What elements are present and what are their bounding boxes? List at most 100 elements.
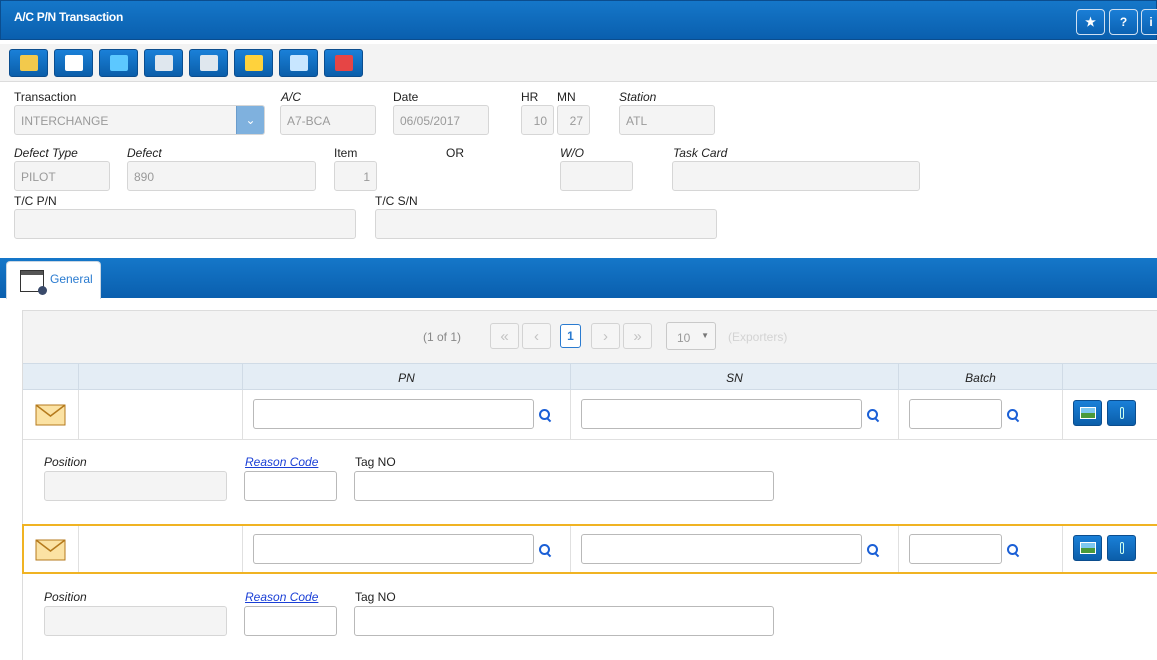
row-detail: Position Reason Code Tag NO: [23, 440, 1157, 525]
gear-red-icon: [334, 55, 353, 71]
date-field[interactable]: 06/05/2017: [393, 105, 489, 135]
reason-code-input[interactable]: [244, 606, 337, 636]
table-header: PN SN Batch: [23, 363, 1157, 391]
last-page-button[interactable]: »: [623, 323, 652, 349]
ac-field[interactable]: A7-BCA: [280, 105, 376, 135]
next-page-button[interactable]: ›: [591, 323, 620, 349]
station-label: Station: [619, 90, 657, 104]
header-icon-col: [23, 364, 78, 391]
exporters-link[interactable]: (Exporters): [728, 330, 787, 344]
search-icon[interactable]: [1007, 544, 1019, 556]
image-icon: [1080, 542, 1096, 554]
position-field[interactable]: [44, 471, 227, 501]
reason-code-input[interactable]: [244, 471, 337, 501]
mn-label: MN: [557, 90, 576, 104]
info-button[interactable]: i: [1141, 9, 1157, 35]
general-panel: (1 of 1) « ‹ 1 › » 10 (Exporters) PN SN …: [22, 310, 1157, 660]
batch-input[interactable]: [909, 534, 1002, 564]
row-detail: Position Reason Code Tag NO: [23, 575, 1157, 660]
airplane-icon: [244, 55, 263, 71]
envelope-icon[interactable]: [35, 537, 66, 562]
header-sn: SN: [570, 364, 898, 391]
find-button[interactable]: [144, 49, 183, 77]
page-summary: (1 of 1): [423, 330, 462, 344]
wo-field[interactable]: [560, 161, 633, 191]
search-icon[interactable]: [539, 544, 551, 556]
image-button[interactable]: [1073, 400, 1102, 426]
page-1-button[interactable]: 1: [560, 324, 581, 348]
defect-type-field[interactable]: PILOT: [14, 161, 110, 191]
pn-input[interactable]: [253, 399, 534, 429]
station-field[interactable]: ATL: [619, 105, 715, 135]
tab-general-label: General: [50, 272, 93, 286]
chevron-down-icon[interactable]: ⌄: [236, 106, 264, 134]
image-icon: [1080, 407, 1096, 419]
help-button[interactable]: ?: [1109, 9, 1138, 35]
sn-input[interactable]: [581, 399, 862, 429]
header-blank-col: [78, 364, 242, 391]
paperclip-icon: [1120, 407, 1124, 419]
tab-general[interactable]: General: [6, 261, 101, 299]
tag-no-input[interactable]: [354, 471, 774, 501]
tc-sn-field[interactable]: [375, 209, 717, 239]
title-bar: A/C P/N Transaction ★ ? i: [0, 0, 1157, 40]
binoculars-icon: [154, 55, 173, 71]
envelope-icon[interactable]: [35, 402, 66, 427]
reason-code-link[interactable]: Reason Code: [245, 590, 318, 604]
batch-input[interactable]: [909, 399, 1002, 429]
transaction-label: Transaction: [14, 90, 77, 104]
paginator: (1 of 1) « ‹ 1 › » 10 (Exporters): [23, 311, 1157, 363]
tc-pn-label: T/C P/N: [14, 194, 57, 208]
attachment-button[interactable]: [1107, 400, 1136, 426]
or-label: OR: [446, 146, 464, 160]
book-icon: [109, 55, 128, 71]
attachment-button[interactable]: [1107, 535, 1136, 561]
search-icon[interactable]: [867, 409, 879, 421]
tag-no-label: Tag NO: [355, 455, 396, 469]
tag-no-input[interactable]: [354, 606, 774, 636]
favorite-star-icon[interactable]: ★: [1076, 9, 1105, 35]
position-field[interactable]: [44, 606, 227, 636]
tc-sn-label: T/C S/N: [375, 194, 418, 208]
reason-code-link[interactable]: Reason Code: [245, 455, 318, 469]
tc-pn-field[interactable]: [14, 209, 356, 239]
image-button[interactable]: [1073, 535, 1102, 561]
save-button[interactable]: [54, 49, 93, 77]
first-page-button[interactable]: «: [490, 323, 519, 349]
settings-button[interactable]: [324, 49, 363, 77]
table-row-selected[interactable]: [22, 524, 1157, 574]
tag-no-label: Tag NO: [355, 590, 396, 604]
transaction-select[interactable]: INTERCHANGE ⌄: [14, 105, 265, 135]
search-icon[interactable]: [1007, 409, 1019, 421]
sn-input[interactable]: [581, 534, 862, 564]
position-label: Position: [44, 455, 87, 469]
wo-label: W/O: [560, 146, 584, 160]
new-record-button[interactable]: [9, 49, 48, 77]
save-icon: [64, 55, 83, 71]
tab-bar: General: [0, 258, 1157, 299]
ac-label: A/C: [281, 90, 302, 104]
mn-field[interactable]: 27: [557, 105, 590, 135]
book-button[interactable]: [99, 49, 138, 77]
user-button[interactable]: [279, 49, 318, 77]
prev-page-button[interactable]: ‹: [522, 323, 551, 349]
defect-label: Defect: [127, 146, 162, 160]
header-pn: PN: [242, 364, 570, 391]
hr-label: HR: [521, 90, 539, 104]
rows-per-page-select[interactable]: 10: [666, 322, 716, 350]
header-batch: Batch: [898, 364, 1062, 391]
date-label: Date: [393, 90, 419, 104]
pn-input[interactable]: [253, 534, 534, 564]
paperclip-icon: [1120, 542, 1124, 554]
aircraft-button[interactable]: [234, 49, 273, 77]
search-icon[interactable]: [539, 409, 551, 421]
search-icon[interactable]: [867, 544, 879, 556]
item-field[interactable]: 1: [334, 161, 377, 191]
table-row[interactable]: [23, 390, 1157, 440]
defect-field[interactable]: 890: [127, 161, 316, 191]
find-settings-button[interactable]: [189, 49, 228, 77]
hr-field[interactable]: 10: [521, 105, 554, 135]
item-label: Item: [334, 146, 358, 160]
binoculars-gear-icon: [199, 55, 218, 71]
task-card-field[interactable]: [672, 161, 920, 191]
